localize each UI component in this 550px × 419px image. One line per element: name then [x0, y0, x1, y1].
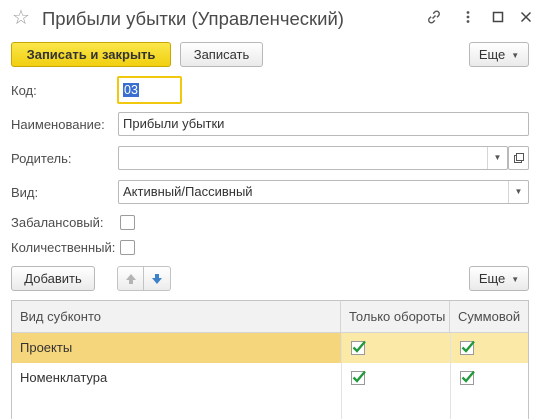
offbalance-label: Забалансовый:: [11, 215, 104, 230]
subconto-table[interactable]: Вид субконто Только обороты Суммовой Про…: [11, 300, 529, 419]
kind-value: Активный/Пассивный: [123, 184, 253, 199]
open-window-icon: [513, 153, 524, 163]
save-button[interactable]: Записать: [180, 42, 263, 67]
chevron-down-icon[interactable]: ▼: [487, 147, 507, 169]
check-icon: [352, 340, 366, 353]
add-button[interactable]: Добавить: [11, 266, 95, 291]
code-value: 03: [123, 83, 139, 97]
more-vertical-icon[interactable]: [458, 9, 478, 29]
name-value: Прибыли убытки: [123, 116, 225, 131]
parent-label: Родитель:: [11, 151, 72, 166]
code-label: Код:: [11, 83, 37, 98]
table-cell-subconto: Номенклатура: [20, 370, 108, 385]
star-icon[interactable]: ☆: [12, 7, 30, 29]
link-icon[interactable]: [424, 9, 444, 29]
offbalance-checkbox[interactable]: [120, 215, 135, 230]
maximize-icon[interactable]: [488, 9, 508, 29]
table-cell-subconto: Проекты: [12, 333, 341, 363]
chevron-down-icon: ▼: [511, 275, 520, 285]
quantitative-label: Количественный:: [11, 240, 116, 255]
column-header-turnover[interactable]: Только обороты: [341, 301, 450, 333]
chevron-down-icon[interactable]: ▼: [508, 181, 528, 203]
window-title: Прибыли убытки (Управленческий): [42, 8, 344, 29]
sum-checkbox[interactable]: [460, 340, 475, 355]
check-icon: [461, 340, 475, 353]
more-button[interactable]: Еще ▼: [469, 42, 529, 67]
chevron-down-icon: ▼: [511, 51, 520, 61]
move-down-button[interactable]: [144, 266, 171, 291]
arrow-up-icon: [125, 274, 136, 284]
open-parent-button[interactable]: [508, 146, 529, 170]
column-divider: [450, 333, 451, 419]
window-titlebar: ☆ Прибыли убытки (Управленческий): [0, 0, 550, 38]
turnover-checkbox[interactable]: [351, 340, 366, 355]
more-button-label: Еще: [478, 47, 506, 62]
quantitative-checkbox[interactable]: [120, 240, 135, 255]
close-icon[interactable]: [516, 9, 536, 29]
column-divider: [341, 333, 342, 419]
arrow-down-icon: [152, 274, 162, 284]
table-more-label: Еще: [478, 271, 506, 286]
turnover-checkbox[interactable]: [351, 370, 366, 385]
column-header-subconto[interactable]: Вид субконто: [12, 301, 341, 333]
name-field[interactable]: Прибыли убытки: [118, 112, 529, 136]
save-and-close-button[interactable]: Записать и закрыть: [11, 42, 171, 67]
name-label: Наименование:: [11, 117, 105, 132]
kind-label: Вид:: [11, 185, 39, 200]
kind-select[interactable]: Активный/Пассивный ▼: [118, 180, 529, 204]
table-more-button[interactable]: Еще ▼: [469, 266, 529, 291]
sum-checkbox[interactable]: [460, 370, 475, 385]
move-up-button[interactable]: [117, 266, 144, 291]
check-icon: [352, 370, 366, 383]
check-icon: [461, 370, 475, 383]
parent-field[interactable]: ▼: [118, 146, 508, 170]
code-field[interactable]: 03: [117, 76, 182, 104]
column-header-sum[interactable]: Суммовой: [450, 301, 528, 333]
